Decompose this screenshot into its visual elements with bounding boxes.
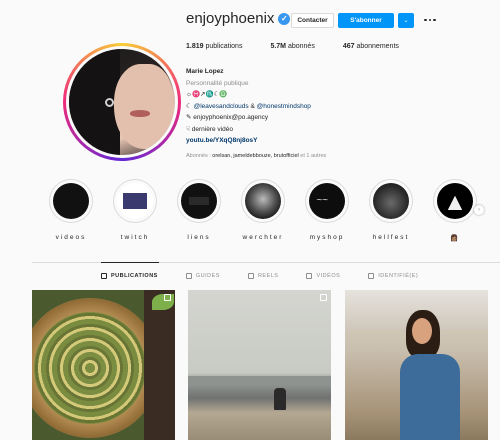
bio-mentions-line: ☾ @leavesandclouds & @honestmindshop xyxy=(186,101,436,113)
guide-icon xyxy=(185,273,192,279)
highlight-ring xyxy=(177,179,221,223)
highlight-ring xyxy=(305,179,349,223)
bio-symbols-line: ☼♓↗♏☾♎ xyxy=(186,91,228,98)
verified-badge-icon: ✓ xyxy=(278,12,291,25)
highlight-ring xyxy=(369,179,413,223)
following-value: 467 xyxy=(342,43,355,50)
highlight-label: twitch xyxy=(120,234,150,241)
profile-stats: 1.819 publications 5.7M abonnés 467 abon… xyxy=(186,43,399,50)
highlight-myshop[interactable]: myshop xyxy=(303,179,351,242)
tab-tagged[interactable]: IDENTIFIÉ(E) xyxy=(368,273,418,279)
tab-videos[interactable]: VIDÉOS xyxy=(306,273,340,279)
avatar-earring xyxy=(105,97,115,107)
post-tile-3[interactable] xyxy=(345,290,488,440)
tab-label: VIDÉOS xyxy=(316,273,341,279)
followed-by-line[interactable]: Abonnés : orelsan, jameldebbouze, brutof… xyxy=(186,153,326,159)
post-image-person xyxy=(400,310,470,440)
profile-avatar[interactable] xyxy=(63,43,181,161)
profile-bio: Marie Lopez Personnalité publique ☼♓↗♏☾♎… xyxy=(186,66,436,147)
tab-label: IDENTIFIÉ(E) xyxy=(378,273,419,279)
tab-guides[interactable]: GUIDES xyxy=(185,273,220,279)
highlight-label: hellfest xyxy=(372,234,410,241)
highlight-cover xyxy=(117,183,153,219)
mention-separator: & xyxy=(248,102,257,110)
video-icon xyxy=(306,273,313,279)
highlight-cover xyxy=(245,183,281,219)
post-image-board xyxy=(144,290,175,440)
post-tile-2[interactable] xyxy=(188,290,331,440)
highlight-cover xyxy=(53,183,89,219)
mention-leavesandclouds[interactable]: @leavesandclouds xyxy=(194,103,249,110)
followers-value: 5.7M xyxy=(270,43,287,50)
highlight-label: liens xyxy=(187,234,211,241)
bio-full-name: Marie Lopez xyxy=(186,68,224,75)
mention-honestmindshop[interactable]: @honestmindshop xyxy=(257,103,311,110)
avatar-gap xyxy=(66,46,178,158)
posts-label: publications xyxy=(205,43,243,50)
highlight-ring xyxy=(433,179,477,223)
bio-external-link[interactable]: youtu.be/YXqQ8nj8osY xyxy=(186,135,436,147)
suggestions-dropdown-button[interactable]: ⌄ xyxy=(398,13,414,28)
post-tile-1[interactable] xyxy=(32,290,175,440)
highlight-cover xyxy=(373,183,409,219)
highlight-videos[interactable]: videos xyxy=(47,179,95,242)
bio-video-line: ☟ dernière vidéo xyxy=(186,125,233,133)
story-highlights: videos twitch liens werchter myshop hell… xyxy=(47,179,479,242)
followers-label: abonnés xyxy=(287,43,315,50)
bio-category: Personnalité publique xyxy=(186,79,249,87)
followers-count[interactable]: 5.7M abonnés xyxy=(270,43,314,50)
highlight-cover xyxy=(437,183,473,219)
multi-post-icon xyxy=(164,294,171,301)
highlight-cover xyxy=(181,183,217,219)
person-body xyxy=(400,354,460,440)
highlight-twitch[interactable]: twitch xyxy=(111,179,159,242)
highlight-ring xyxy=(49,179,93,223)
profile-tabs: PUBLICATIONS GUIDES REELS VIDÉOS IDENTIF… xyxy=(101,273,418,279)
post-image-people xyxy=(274,388,286,410)
highlight-hellfest[interactable]: hellfest xyxy=(367,179,415,242)
tagged-icon xyxy=(368,273,375,279)
highlight-emoji[interactable]: 👩🏽 xyxy=(431,179,479,242)
follow-button[interactable]: S'abonner xyxy=(338,13,394,28)
highlight-label: videos xyxy=(55,234,87,241)
tab-label: REELS xyxy=(257,273,279,279)
profile-username: enjoyphoenix ✓ xyxy=(186,10,291,27)
chevron-right-icon[interactable]: › xyxy=(474,205,484,215)
username-text: enjoyphoenix xyxy=(186,10,275,27)
following-count[interactable]: 467 abonnements xyxy=(343,43,399,50)
person-face xyxy=(412,318,432,344)
post-image-sea xyxy=(188,376,331,386)
more-options-icon[interactable] xyxy=(423,13,437,27)
highlight-cover xyxy=(309,183,345,219)
post-image-zucchini-tart xyxy=(32,298,160,438)
posts-count: 1.819 publications xyxy=(186,43,242,50)
tab-label: GUIDES xyxy=(195,273,220,279)
active-tab-indicator xyxy=(101,262,159,263)
posts-value: 1.819 xyxy=(186,43,204,50)
highlight-werchter[interactable]: werchter xyxy=(239,179,287,242)
highlight-label: 👩🏽 xyxy=(449,235,461,242)
highlight-ring xyxy=(241,179,285,223)
multi-post-icon xyxy=(320,294,327,301)
contact-button[interactable]: Contacter xyxy=(291,13,334,28)
moon-icon: ☾ xyxy=(186,102,194,110)
avatar-face xyxy=(113,63,173,149)
chevron-down-icon: ⌄ xyxy=(403,18,409,24)
avatar-photo xyxy=(69,49,175,155)
highlight-liens[interactable]: liens xyxy=(175,179,223,242)
followed-by-names: orelsan, jameldebbouze, brutofficiel xyxy=(212,153,299,159)
tab-publications[interactable]: PUBLICATIONS xyxy=(101,273,158,279)
following-label: abonnements xyxy=(356,43,399,50)
highlight-ring xyxy=(113,179,157,223)
tab-reels[interactable]: REELS xyxy=(247,273,279,279)
tab-label: PUBLICATIONS xyxy=(111,273,158,279)
highlight-label: werchter xyxy=(242,234,284,241)
highlight-label: myshop xyxy=(309,234,345,241)
reels-icon xyxy=(247,273,254,279)
avatar-lips xyxy=(130,110,150,117)
followed-by-prefix: Abonnés : xyxy=(186,153,213,159)
followed-by-suffix: et 1 autres xyxy=(298,153,327,159)
bio-email-line: ✎ enjoyphoenix@po.agency xyxy=(186,114,269,121)
grid-icon xyxy=(101,273,107,279)
